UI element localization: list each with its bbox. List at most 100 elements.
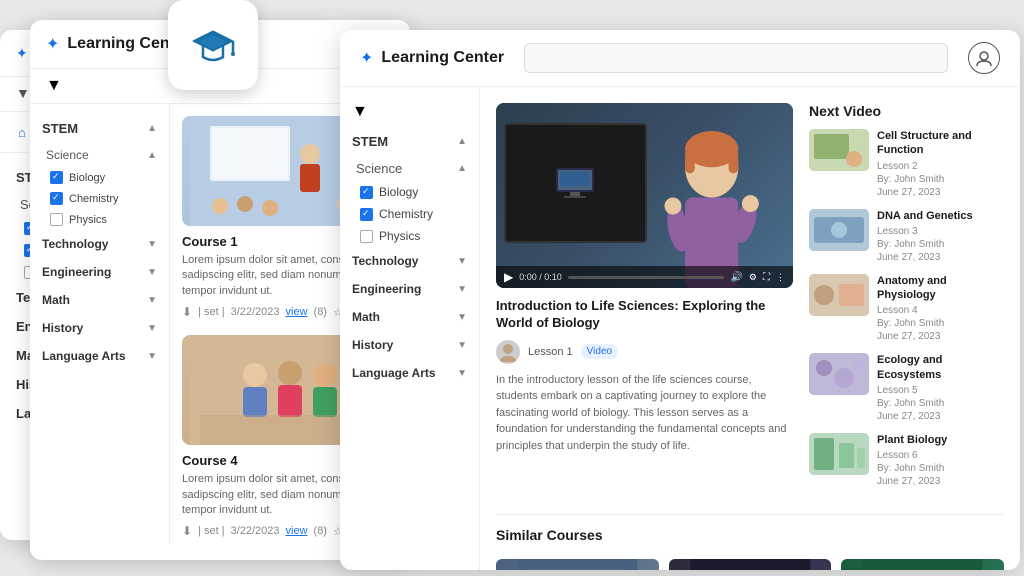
next-item-4-date: June 27, 2023 [877,410,1004,423]
similar-card-3[interactable]: Course #17 [841,559,1004,570]
download-icon[interactable]: ⬇ [182,305,192,319]
mid-sidebar-language-arts[interactable]: Language Arts ▼ [42,342,157,370]
next-info-1: Cell Structure and Function Lesson 2 By:… [877,129,1004,199]
user-avatar[interactable] [968,42,1000,74]
view-link-1[interactable]: view [286,306,308,318]
next-item-4-lesson: Lesson 5 [877,384,1004,397]
next-video-item-3[interactable]: Anatomy and Physiology Lesson 4 By: John… [809,274,1004,344]
mid-chemistry-checkbox[interactable] [50,192,63,205]
progress-bar-wrap[interactable] [568,276,725,279]
play-button[interactable]: ▶ [504,270,513,284]
next-item-2-lesson: Lesson 3 [877,225,1004,238]
main-header-left: ✦ Learning Center [360,48,504,68]
main-engineering[interactable]: Engineering ▼ [352,275,467,303]
similar-courses-title: Similar Courses [496,514,1004,549]
similar-thumb-1 [496,559,659,570]
next-item-4-author: By: John Smith [877,397,1004,410]
main-filter-toggle[interactable]: ▼ [352,97,467,127]
graduation-cap-icon [183,15,243,75]
main-content-area: ▶ 0:00 / 0:10 🔊 ⚙ ⛶ ⋮ Introduction to Li… [480,87,1020,570]
similar-card-1[interactable]: Course #3 [496,559,659,570]
video-person [630,131,793,288]
main-body: ▼ STEM ▲ Science ▲ Biology Chemistry [340,87,1020,570]
main-physics[interactable]: Physics [352,225,467,247]
video-controls[interactable]: ▶ 0:00 / 0:10 🔊 ⚙ ⛶ ⋮ [496,266,793,288]
fullscreen-icon[interactable]: ⛶ [763,272,770,283]
next-info-4: Ecology and Ecosystems Lesson 5 By: John… [877,353,1004,423]
mid-sidebar-history[interactable]: History ▼ [42,314,157,342]
mid-sidebar-stem[interactable]: STEM ▲ [42,114,157,143]
mid-sidebar-math[interactable]: Math ▼ [42,286,157,314]
mid-sidebar-physics[interactable]: Physics [42,209,157,230]
download-icon-4[interactable]: ⬇ [182,524,192,538]
next-item-2-author: By: John Smith [877,238,1004,251]
next-item-1-lesson: Lesson 2 [877,160,1004,173]
next-item-5-title: Plant Biology [877,433,1004,447]
filter-icon[interactable]: ▼ [16,85,30,101]
video-description: In the introductory lesson of the life s… [496,372,793,455]
next-video-item-1[interactable]: Cell Structure and Function Lesson 2 By:… [809,129,1004,199]
mid-physics-checkbox[interactable] [50,213,63,226]
next-video-section-title: Next Video [809,103,1004,119]
main-chemistry[interactable]: Chemistry [352,203,467,225]
similar-courses-grid: Course #3 [496,559,1004,570]
main-math[interactable]: Math ▼ [352,303,467,331]
video-title: Introduction to Life Sciences: Exploring… [496,298,793,332]
next-item-3-author: By: John Smith [877,317,1004,330]
app-logo [168,0,258,90]
next-item-3-title: Anatomy and Physiology [877,274,1004,303]
settings-video-icon[interactable]: ⚙ [749,272,757,283]
mid-sidebar-chemistry[interactable]: Chemistry [42,188,157,209]
main-search-bar[interactable] [524,43,948,73]
mid-filter-icon[interactable]: ▼ [46,77,62,94]
video-player-wrap: ▶ 0:00 / 0:10 🔊 ⚙ ⛶ ⋮ Introduction to Li… [496,103,793,498]
mid-sidebar-engineering[interactable]: Engineering ▼ [42,258,157,286]
next-item-3-lesson: Lesson 4 [877,304,1004,317]
lesson-avatar [496,340,520,364]
next-video-item-2[interactable]: DNA and Genetics Lesson 3 By: John Smith… [809,209,1004,264]
next-info-3: Anatomy and Physiology Lesson 4 By: John… [877,274,1004,344]
next-item-2-date: June 27, 2023 [877,251,1004,264]
main-phys-check[interactable] [360,230,373,243]
next-thumb-2 [809,209,869,251]
next-video-item-5[interactable]: Plant Biology Lesson 6 By: John Smith Ju… [809,433,1004,488]
main-history[interactable]: History ▼ [352,331,467,359]
mid-sidebar-technology[interactable]: Technology ▼ [42,230,157,258]
similar-thumb-2 [669,559,832,570]
star-icon: ✦ [16,45,28,62]
next-thumb-3 [809,274,869,316]
main-chem-check[interactable] [360,208,373,221]
menu-icon[interactable]: ⋮ [776,272,785,283]
course-4-date: 3/22/2023 [231,525,280,537]
main-bio-check[interactable] [360,186,373,199]
next-thumb-1 [809,129,869,171]
video-player[interactable]: ▶ 0:00 / 0:10 🔊 ⚙ ⛶ ⋮ [496,103,793,288]
course-1-date: 3/22/2023 [231,306,280,318]
similar-card-2[interactable]: Course #12 [669,559,832,570]
course-1-view-count: (8) [314,306,327,318]
next-item-2-title: DNA and Genetics [877,209,1004,223]
volume-icon[interactable]: 🔊 [730,272,742,283]
video-time: 0:00 / 0:10 [519,272,562,282]
next-item-1-date: June 27, 2023 [877,186,1004,199]
next-item-3-date: June 27, 2023 [877,330,1004,343]
next-video-item-4[interactable]: Ecology and Ecosystems Lesson 5 By: John… [809,353,1004,423]
video-section: ▶ 0:00 / 0:10 🔊 ⚙ ⛶ ⋮ Introduction to Li… [496,103,1004,498]
main-panel-header: ✦ Learning Center [340,30,1020,87]
view-link-4[interactable]: view [286,525,308,537]
next-item-1-title: Cell Structure and Function [877,129,1004,158]
main-science: Science ▲ [352,156,467,181]
main-panel: ✦ Learning Center ▼ STEM ▲ Science ▲ [340,30,1020,570]
mid-biology-checkbox[interactable] [50,171,63,184]
main-stem[interactable]: STEM ▲ [352,127,467,156]
next-video-panel: Next Video Cell Structure and Function L [809,103,1004,498]
next-info-5: Plant Biology Lesson 6 By: John Smith Ju… [877,433,1004,488]
main-language-arts[interactable]: Language Arts ▼ [352,359,467,387]
main-biology[interactable]: Biology [352,181,467,203]
main-technology[interactable]: Technology ▼ [352,247,467,275]
next-item-5-author: By: John Smith [877,462,1004,475]
mid-sidebar-biology[interactable]: Biology [42,167,157,188]
next-info-2: DNA and Genetics Lesson 3 By: John Smith… [877,209,1004,264]
main-star-icon: ✦ [360,48,373,68]
next-item-1-author: By: John Smith [877,173,1004,186]
